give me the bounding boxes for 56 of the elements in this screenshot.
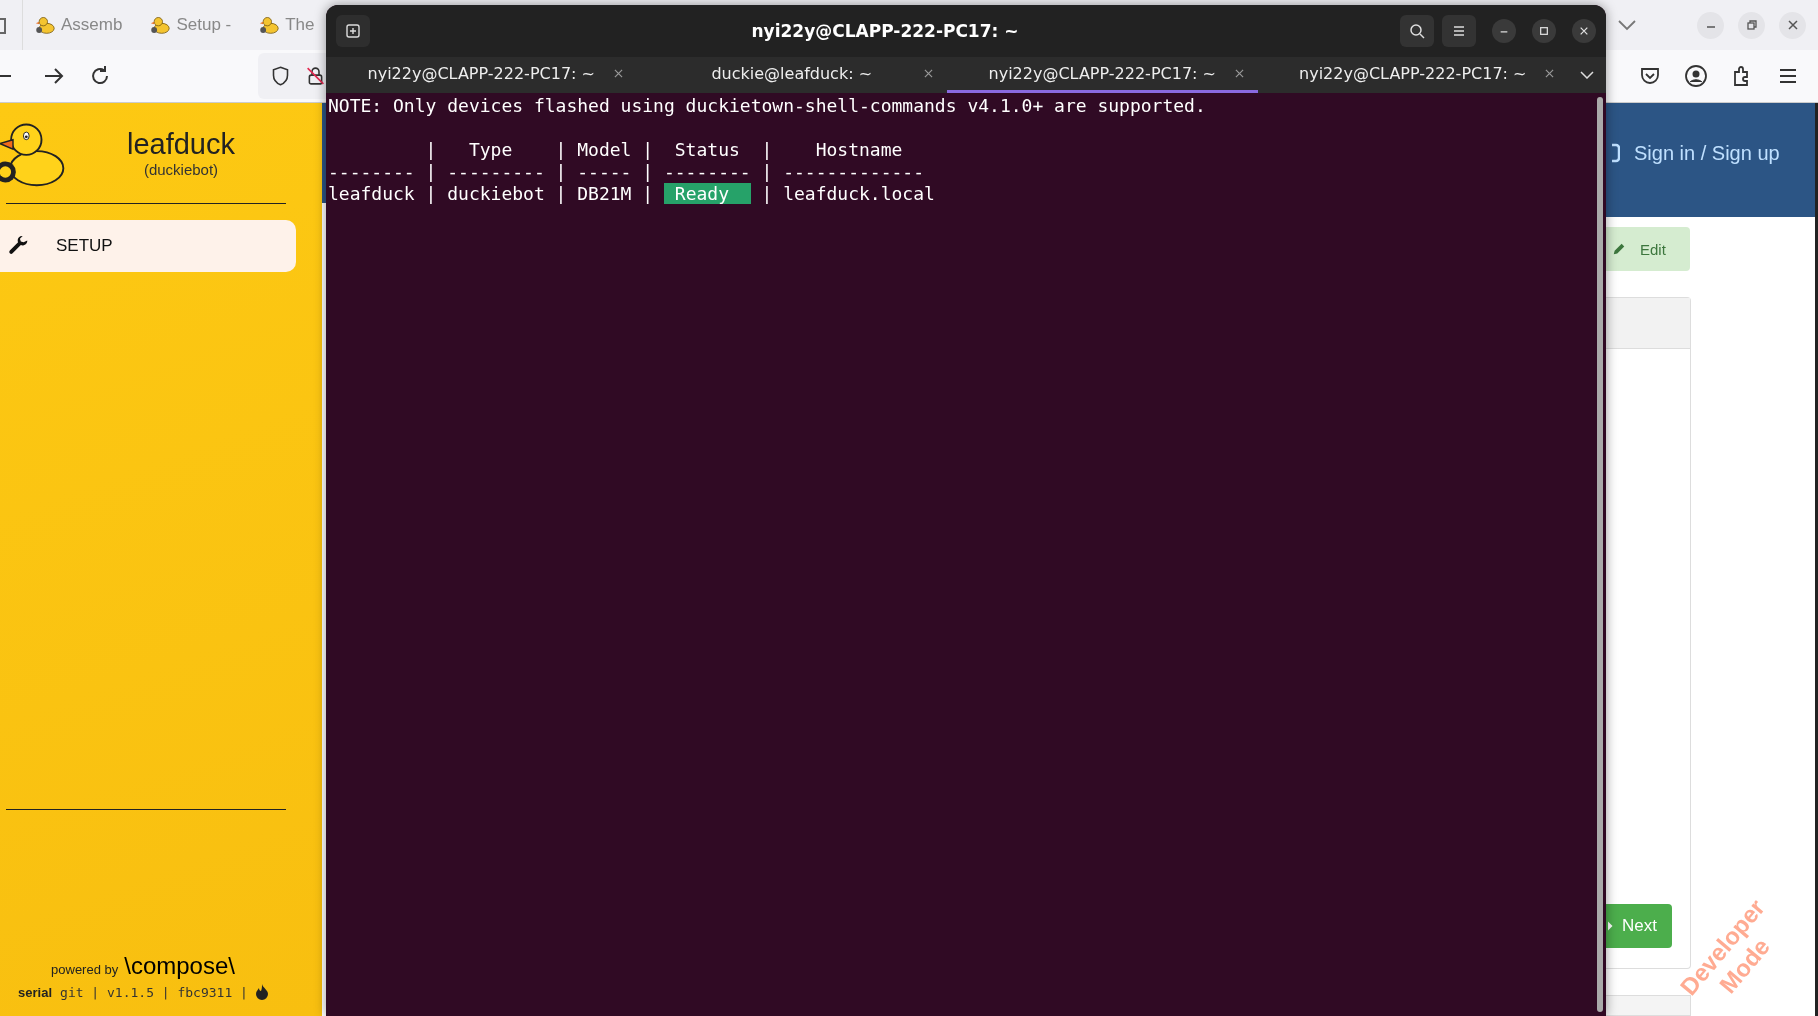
terminal-text: | leafduck.local [760, 183, 935, 204]
terminal-tab[interactable]: duckie@leafduck: ~ [636, 57, 947, 93]
shield-icon[interactable] [270, 65, 291, 87]
robot-type: (duckiebot) [143, 161, 219, 178]
duck-favicon-icon [259, 15, 280, 35]
close-button[interactable] [1572, 19, 1596, 43]
new-tab-button[interactable] [336, 15, 370, 47]
terminal-text: leafduck | duckiebot | DB21M | [328, 183, 655, 204]
browser-tab[interactable]: Setup - [150, 15, 232, 35]
flame-icon [255, 984, 268, 1000]
edit-button[interactable]: Edit [1606, 227, 1690, 271]
caret-icon [1608, 921, 1614, 931]
duck-favicon-icon [150, 15, 171, 35]
version-info: git | v1.1.5 | fbc9311 | [60, 984, 248, 1000]
terminal-text: | Type | Model | Status | Hostname [424, 139, 903, 160]
minimize-button[interactable] [1492, 19, 1516, 43]
nav-item[interactable]: SETUP [0, 220, 296, 272]
close-button[interactable] [1779, 11, 1806, 39]
close-tab-icon[interactable] [1234, 69, 1244, 78]
powered-by-label: powered by [51, 962, 119, 977]
terminal-tab[interactable]: nyi22y@CLAPP-222-PC17: ~ [947, 57, 1258, 93]
close-tab-icon[interactable] [613, 69, 623, 78]
search-button[interactable] [1400, 15, 1434, 47]
close-tab-icon[interactable] [1545, 69, 1554, 78]
scrollbar[interactable] [1597, 97, 1603, 1012]
insecure-lock-icon[interactable] [305, 65, 326, 87]
sign-in-link[interactable]: Sign in / Sign up [1634, 141, 1780, 165]
terminal-tab[interactable]: nyi22y@CLAPP-222-PC17: ~ [326, 57, 637, 93]
next-button[interactable]: Next [1606, 904, 1672, 948]
search-icon[interactable] [1409, 23, 1425, 39]
terminal-tab[interactable]: nyi22y@CLAPP-222-PC17: ~ [1257, 57, 1568, 93]
menu-button[interactable] [1442, 15, 1476, 47]
pencil-icon [1612, 242, 1626, 256]
terminal-text: NOTE: Only devices flashed using duckietown-shell-commands v4.1.0+ are supported. [328, 95, 1207, 117]
address-bar[interactable] [258, 53, 326, 99]
new-tab-icon[interactable] [345, 23, 361, 39]
terminal-text: -------- | --------- | ----- | -------- | ------------- [328, 161, 925, 182]
duck-favicon-icon [35, 15, 55, 35]
browser-tab[interactable]: Assemb [35, 15, 123, 35]
robot-name: leafduck [127, 128, 235, 161]
menu-icon[interactable] [1451, 23, 1467, 39]
close-icon[interactable] [1786, 19, 1799, 31]
maximize-icon[interactable] [1539, 26, 1549, 36]
status-badge: Ready [663, 183, 751, 204]
wrench-icon [8, 235, 30, 257]
close-tab-icon[interactable] [924, 69, 933, 78]
minimize-button[interactable] [1697, 11, 1724, 39]
restore-icon[interactable] [1745, 19, 1758, 31]
account-icon[interactable] [1684, 64, 1708, 88]
maximize-button[interactable] [1532, 19, 1556, 43]
login-icon[interactable] [1612, 143, 1620, 163]
browser-tab[interactable]: The [259, 15, 315, 35]
restore-button[interactable] [1738, 11, 1765, 39]
compose-logo-text: \compose\ [124, 952, 235, 980]
serial-label: serial [18, 984, 53, 1000]
window-title: nyi22y@CLAPP-222-PC17: ~ [750, 21, 1020, 41]
